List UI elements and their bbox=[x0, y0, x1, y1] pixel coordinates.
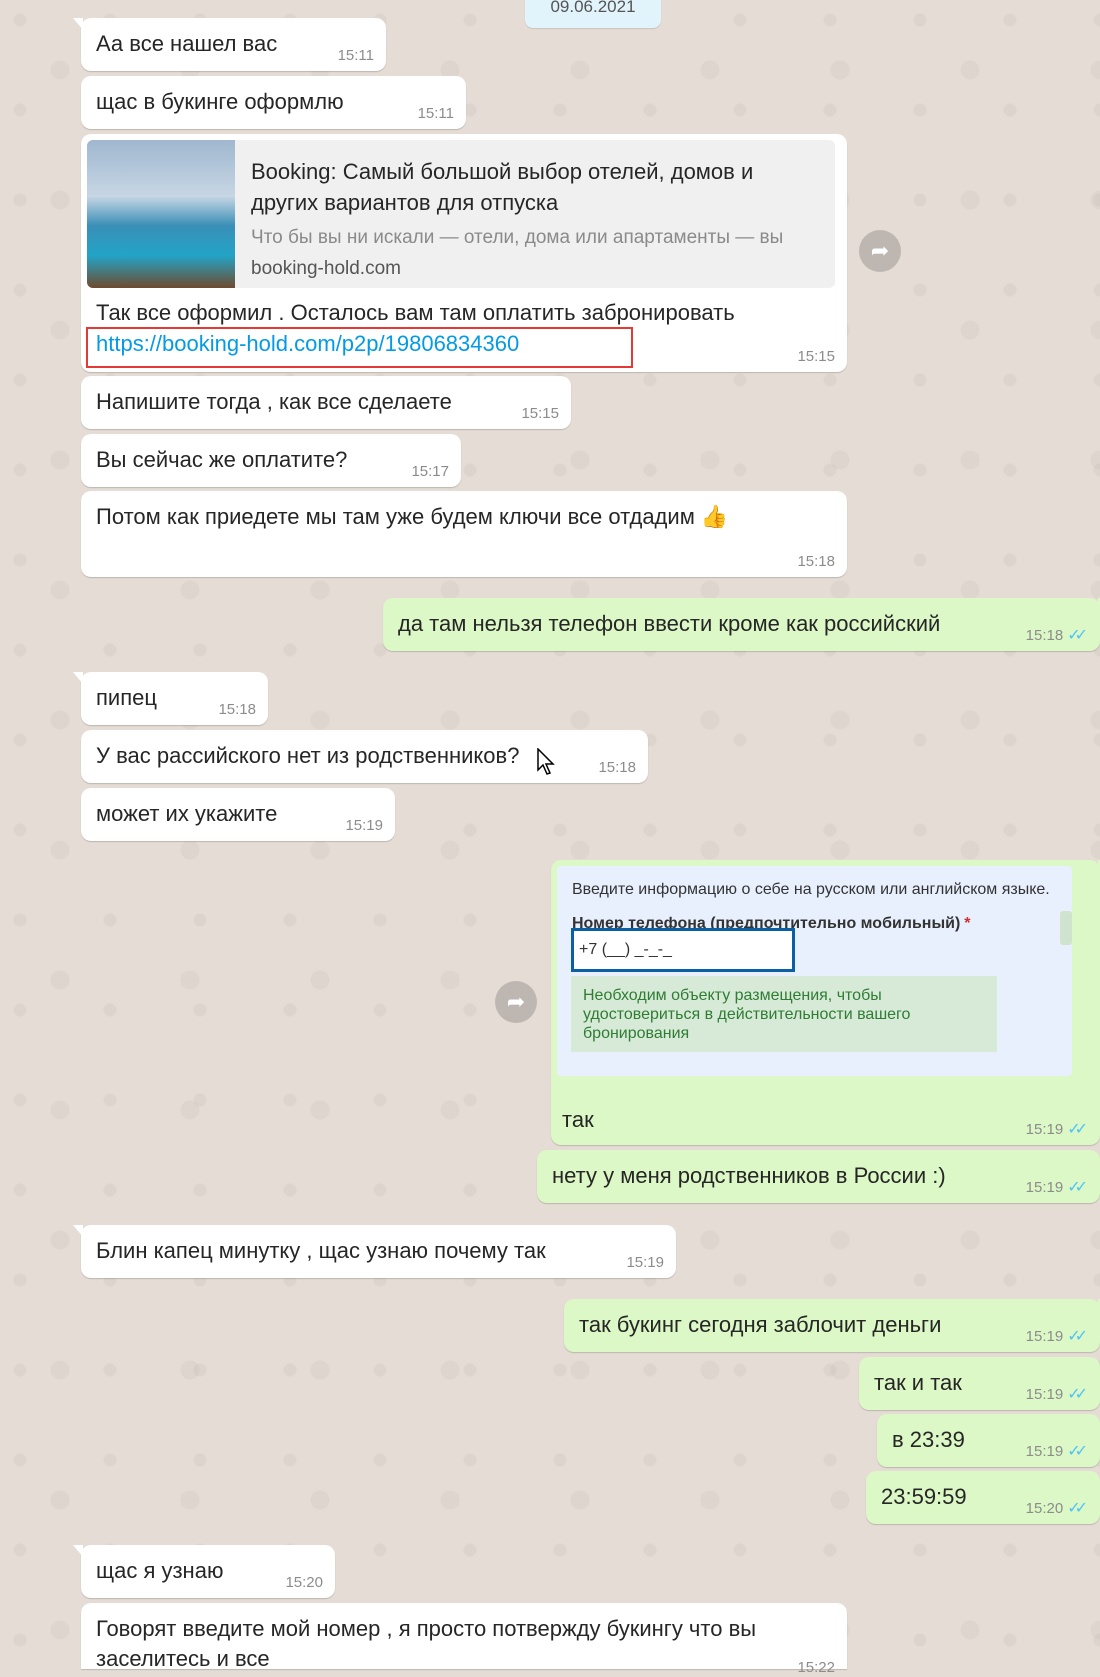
incoming-message[interactable]: может их укажите 15:19 bbox=[81, 788, 395, 841]
link-preview-description: Что бы вы ни искали — отели, дома или ап… bbox=[251, 227, 784, 248]
double-check-icon: ✓✓ bbox=[1067, 1328, 1088, 1345]
incoming-link-message[interactable]: Booking: Самый большой выбор отелей, дом… bbox=[81, 134, 847, 372]
message-time: 15:20 bbox=[1025, 1500, 1064, 1517]
form-scrollbar bbox=[1060, 911, 1072, 945]
form-note: Необходим объекту размещения, чтобы удос… bbox=[571, 976, 997, 1052]
phone-input: +7 (__) _-_-_ bbox=[571, 928, 795, 972]
message-text: 23:59:59 bbox=[881, 1484, 967, 1509]
outgoing-message[interactable]: 23:59:59 15:20 ✓✓ bbox=[866, 1471, 1100, 1524]
message-time: 15:18 bbox=[1025, 627, 1064, 644]
incoming-message[interactable]: Аа все нашел вас 15:11 bbox=[73, 18, 386, 71]
message-text: щас в букинге оформлю bbox=[96, 89, 344, 114]
incoming-message[interactable]: Напишите тогда , как все сделаете 15:15 bbox=[81, 376, 571, 429]
link-preview-domain: booking-hold.com bbox=[251, 258, 401, 279]
message-time: 15:11 bbox=[417, 105, 454, 122]
outgoing-message[interactable]: так и так 15:19 ✓✓ bbox=[859, 1357, 1100, 1410]
outgoing-message[interactable]: так букинг сегодня заблочит деньги 15:19… bbox=[564, 1299, 1100, 1352]
message-time: 15:19 bbox=[1025, 1443, 1064, 1460]
message-time: 15:22 bbox=[797, 1659, 835, 1676]
incoming-message[interactable]: Говорят введите мой номер , я просто пот… bbox=[81, 1603, 847, 1676]
message-time: 15:20 bbox=[285, 1574, 323, 1591]
forward-arrow-icon[interactable]: ➦ bbox=[495, 981, 537, 1023]
message-time: 15:15 bbox=[521, 405, 559, 422]
message-text: Вы сейчас же оплатите? bbox=[96, 447, 348, 472]
double-check-icon: ✓✓ bbox=[1067, 1121, 1088, 1138]
message-time: 15:17 bbox=[411, 463, 449, 480]
link-preview-title: Booking: Самый большой выбор отелей, дом… bbox=[251, 159, 754, 215]
double-check-icon: ✓✓ bbox=[1067, 1179, 1088, 1196]
date-divider: 09.06.2021 bbox=[525, 0, 661, 28]
forward-arrow-icon[interactable]: ➦ bbox=[859, 230, 901, 272]
message-text: Блин капец минутку , щас узнаю почему та… bbox=[96, 1238, 546, 1263]
outgoing-image-message[interactable]: Введите информацию о себе на русском или… bbox=[551, 860, 1100, 1145]
message-time: 15:19 bbox=[1025, 1121, 1064, 1138]
message-meta: 15:19 ✓✓ bbox=[1026, 1443, 1088, 1461]
message-text: пипец bbox=[96, 685, 157, 710]
form-hint-text: Введите информацию о себе на русском или… bbox=[572, 881, 1050, 898]
message-time: 15:19 bbox=[1025, 1386, 1064, 1403]
message-text: да там нельзя телефон ввести кроме как р… bbox=[398, 611, 941, 636]
message-time: 15:19 bbox=[345, 817, 383, 834]
message-text: так bbox=[562, 1107, 594, 1132]
message-text: может их укажите bbox=[96, 801, 278, 826]
message-text: Потом как приедете мы там уже будем ключ… bbox=[96, 504, 729, 529]
message-meta: 15:19 ✓✓ bbox=[1026, 1328, 1088, 1346]
message-time: 15:18 bbox=[218, 701, 256, 718]
message-text: так букинг сегодня заблочит деньги bbox=[579, 1312, 942, 1337]
outgoing-message[interactable]: нету у меня родственников в России :) 15… bbox=[537, 1150, 1100, 1203]
double-check-icon: ✓✓ bbox=[1067, 627, 1088, 644]
message-text: нету у меня родственников в России :) bbox=[552, 1163, 946, 1188]
message-meta: 15:19 ✓✓ bbox=[1026, 1179, 1088, 1197]
incoming-message[interactable]: щас я узнаю 15:20 bbox=[73, 1545, 335, 1598]
message-time: 15:15 bbox=[797, 348, 835, 365]
message-meta: 15:20 ✓✓ bbox=[1026, 1500, 1088, 1518]
incoming-message[interactable]: Вы сейчас же оплатите? 15:17 bbox=[81, 434, 461, 487]
message-time: 15:18 bbox=[797, 553, 835, 570]
link-highlight-box bbox=[86, 327, 633, 368]
hotel-pool-thumbnail bbox=[87, 140, 235, 288]
message-text: Говорят введите мой номер , я просто пот… bbox=[96, 1616, 757, 1671]
message-meta: 15:19 ✓✓ bbox=[1026, 1121, 1088, 1139]
incoming-message[interactable]: щас в букинге оформлю 15:11 bbox=[81, 76, 466, 129]
required-mark: * bbox=[964, 915, 971, 932]
outgoing-message[interactable]: да там нельзя телефон ввести кроме как р… bbox=[383, 598, 1100, 651]
incoming-message[interactable]: Блин капец минутку , щас узнаю почему та… bbox=[73, 1225, 676, 1278]
outgoing-message[interactable]: в 23:39 15:19 ✓✓ bbox=[877, 1414, 1100, 1467]
incoming-message[interactable]: пипец 15:18 bbox=[73, 672, 268, 725]
message-text: щас я узнаю bbox=[96, 1558, 224, 1583]
message-text: У вас рассийского нет из родственников? bbox=[96, 743, 520, 768]
message-text: Так все оформил . Осталось вам там оплат… bbox=[96, 300, 735, 325]
message-text: Аа все нашел вас bbox=[96, 31, 278, 56]
message-text: так и так bbox=[874, 1370, 962, 1395]
message-meta: 15:19 ✓✓ bbox=[1026, 1386, 1088, 1404]
message-text: в 23:39 bbox=[892, 1427, 965, 1452]
message-time: 15:19 bbox=[626, 1254, 664, 1271]
message-time: 15:19 bbox=[1025, 1328, 1064, 1345]
message-meta: 15:18 ✓✓ bbox=[1026, 627, 1088, 645]
mouse-pointer-icon bbox=[537, 748, 555, 775]
link-preview-card[interactable]: Booking: Самый большой выбор отелей, дом… bbox=[87, 140, 835, 288]
message-time: 15:18 bbox=[598, 759, 636, 776]
double-check-icon: ✓✓ bbox=[1067, 1443, 1088, 1460]
double-check-icon: ✓✓ bbox=[1067, 1386, 1088, 1403]
incoming-message[interactable]: У вас рассийского нет из родственников? … bbox=[81, 730, 648, 783]
message-time: 15:19 bbox=[1025, 1179, 1064, 1196]
message-text: Напишите тогда , как все сделаете bbox=[96, 389, 452, 414]
incoming-message[interactable]: Потом как приедете мы там уже будем ключ… bbox=[81, 491, 847, 577]
double-check-icon: ✓✓ bbox=[1067, 1500, 1088, 1517]
booking-form-screenshot[interactable]: Введите информацию о себе на русском или… bbox=[557, 866, 1072, 1076]
message-time: 15:11 bbox=[337, 47, 374, 64]
